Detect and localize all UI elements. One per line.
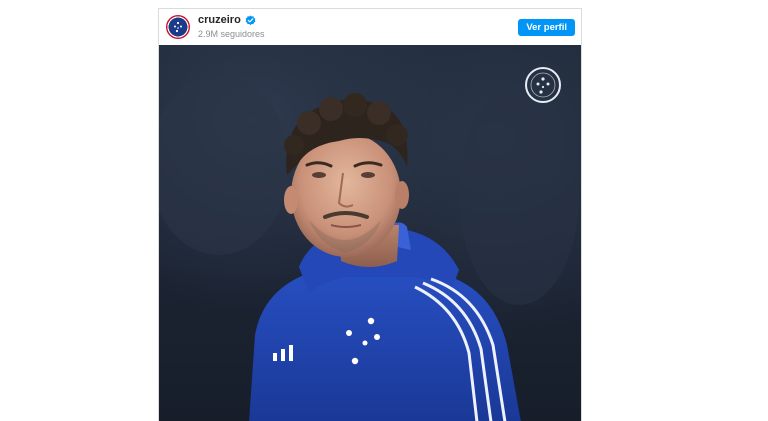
verified-badge-icon [245,15,256,26]
username-row: cruzeiro [198,14,265,27]
profile-names: cruzeiro 2.9M seguidores [198,14,265,40]
instagram-embed: cruzeiro 2.9M seguidores Ver perfil [158,8,582,421]
view-profile-button[interactable]: Ver perfil [518,18,575,36]
username-link[interactable]: cruzeiro [198,14,241,27]
coach-photo [159,67,579,421]
follower-count: 2.9M seguidores [198,29,265,39]
profile-avatar[interactable] [166,15,190,39]
cruzeiro-crest-icon [174,21,182,33]
cruzeiro-crest-watermark [525,67,561,103]
post-header: cruzeiro 2.9M seguidores Ver perfil [159,9,581,45]
post-image[interactable] [159,45,581,421]
